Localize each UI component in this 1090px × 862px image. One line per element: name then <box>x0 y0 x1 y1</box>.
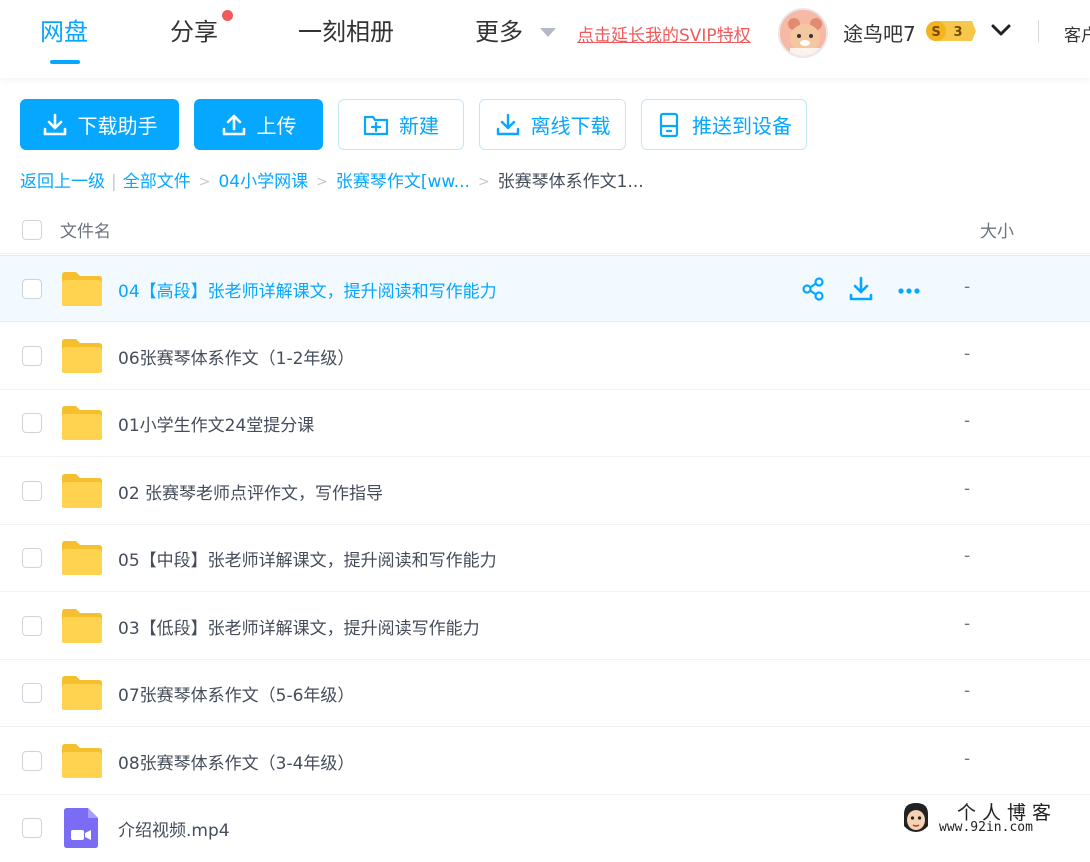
device-icon <box>659 112 679 137</box>
row-checkbox[interactable] <box>22 818 42 838</box>
file-row[interactable]: 07张赛琴体系作文（5-6年级） - <box>0 660 1090 727</box>
cartoon-face-icon <box>904 803 928 832</box>
folder-icon <box>62 474 102 508</box>
row-checkbox[interactable] <box>22 346 42 366</box>
file-row[interactable]: 02 张赛琴老师点评作文，写作指导 - <box>0 458 1090 525</box>
row-checkbox[interactable] <box>22 751 42 771</box>
download-helper-label: 下载助手 <box>77 114 158 138</box>
file-row[interactable]: 05【中段】张老师详解课文，提升阅读和写作能力 - <box>0 525 1090 592</box>
vip-level-number: 3 <box>953 25 962 40</box>
tab-share[interactable]: 分享 <box>170 14 218 50</box>
file-size: - <box>964 681 971 701</box>
row-checkbox[interactable] <box>22 481 42 501</box>
tab-moment-album[interactable]: 一刻相册 <box>298 14 394 50</box>
push-to-device-label: 推送到设备 <box>692 114 792 138</box>
file-size: - <box>964 411 971 431</box>
nav-divider <box>1038 20 1039 42</box>
breadcrumb-back-link[interactable]: 返回上一级 <box>20 170 105 194</box>
chevron-right-icon: > <box>316 174 328 190</box>
client-download-link[interactable]: 客户 <box>1064 21 1090 46</box>
download-icon[interactable] <box>848 276 874 302</box>
file-row[interactable]: 06张赛琴体系作文（1-2年级） - <box>0 323 1090 390</box>
new-folder-button[interactable]: 新建 <box>338 99 464 150</box>
file-name[interactable]: 02 张赛琴老师点评作文，写作指导 <box>118 479 383 504</box>
folder-icon <box>62 272 102 306</box>
folder-icon <box>62 676 102 710</box>
file-name[interactable]: 07张赛琴体系作文（5-6年级） <box>118 681 354 706</box>
file-size: - <box>964 546 971 566</box>
row-checkbox[interactable] <box>22 616 42 636</box>
active-tab-indicator <box>50 60 80 64</box>
file-name[interactable]: 06张赛琴体系作文（1-2年级） <box>118 344 354 369</box>
breadcrumb-item-all-files[interactable]: 全部文件 <box>123 170 191 194</box>
download-icon <box>43 113 66 135</box>
breadcrumb-item-course[interactable]: 04小学网课 <box>218 170 308 194</box>
folder-icon <box>62 541 102 575</box>
new-label: 新建 <box>399 114 439 138</box>
offline-download-label: 离线下载 <box>530 114 611 138</box>
row-checkbox[interactable] <box>22 683 42 703</box>
file-name[interactable]: 08张赛琴体系作文（3-4年级） <box>118 749 354 774</box>
folder-icon <box>62 406 102 440</box>
file-name[interactable]: 05【中段】张老师详解课文，提升阅读和写作能力 <box>118 546 497 571</box>
column-header-name[interactable]: 文件名 <box>60 217 111 242</box>
share-icon[interactable] <box>800 276 826 302</box>
chevron-right-icon: > <box>198 174 211 190</box>
select-all-checkbox[interactable] <box>22 220 42 240</box>
file-size: - <box>964 479 971 499</box>
row-checkbox[interactable] <box>22 279 42 299</box>
file-size: - <box>964 749 971 769</box>
row-checkbox[interactable] <box>22 548 42 568</box>
file-name[interactable]: 03【低段】张老师详解课文，提升阅读写作能力 <box>118 614 480 639</box>
chevron-down-icon[interactable] <box>990 20 1012 40</box>
file-row[interactable]: 04【高段】张老师详解课文，提升阅读和写作能力 - <box>0 255 1090 322</box>
video-file-icon <box>64 808 98 848</box>
file-row[interactable]: 03【低段】张老师详解课文，提升阅读写作能力 - <box>0 593 1090 660</box>
tab-more[interactable]: 更多 <box>475 14 523 50</box>
breadcrumb-item-folder[interactable]: 张赛琴作文[ww... <box>336 170 470 194</box>
file-name[interactable]: 介绍视频.mp4 <box>118 816 230 841</box>
offline-download-icon <box>496 113 519 135</box>
new-folder-icon <box>363 115 389 135</box>
file-size: - <box>964 344 971 364</box>
svip-level-badge-icon[interactable]: S 3 <box>924 19 976 43</box>
upload-label: 上传 <box>256 114 297 138</box>
username[interactable]: 途鸟吧7 <box>843 18 916 47</box>
more-options-icon[interactable] <box>896 276 922 302</box>
upload-button[interactable]: 上传 <box>194 99 323 150</box>
breadcrumb: 返回上一级 | 全部文件 > 04小学网课 > 张赛琴作文[ww... > 张赛… <box>20 170 644 194</box>
file-list-header: 文件名 大小 <box>0 206 1090 254</box>
file-row[interactable]: 01小学生作文24堂提分课 - <box>0 390 1090 457</box>
breadcrumb-divider: | <box>111 172 117 192</box>
breadcrumb-current: 张赛琴体系作文1... <box>497 172 644 192</box>
share-notification-dot <box>222 10 233 21</box>
column-header-size[interactable]: 大小 <box>980 217 1014 242</box>
upload-icon <box>222 114 245 135</box>
watermark-url: www.92in.com <box>939 820 1033 835</box>
row-checkbox[interactable] <box>22 413 42 433</box>
blog-watermark: 个人博客 www.92in.com <box>895 796 1090 840</box>
offline-download-button[interactable]: 离线下载 <box>479 99 626 150</box>
folder-icon <box>62 744 102 778</box>
chevron-right-icon: > <box>477 174 490 190</box>
row-actions <box>800 276 922 302</box>
file-size: - <box>964 277 971 297</box>
svip-extend-link[interactable]: 点击延长我的SVIP特权 <box>577 21 751 46</box>
folder-icon <box>62 609 102 643</box>
avatar-cartoon-icon <box>780 10 826 56</box>
caret-down-icon[interactable] <box>540 28 556 37</box>
push-to-device-button[interactable]: 推送到设备 <box>641 99 807 150</box>
file-name[interactable]: 01小学生作文24堂提分课 <box>118 411 314 436</box>
file-row[interactable]: 08张赛琴体系作文（3-4年级） - <box>0 728 1090 795</box>
avatar[interactable] <box>778 8 828 58</box>
vip-badge-letter: S <box>931 25 940 40</box>
folder-icon <box>62 339 102 373</box>
download-helper-button[interactable]: 下载助手 <box>20 99 179 150</box>
top-navigation: 网盘 分享 一刻相册 更多 点击延长我的SVIP特权 途鸟吧7 S 3 客户 <box>0 0 1090 78</box>
tab-netdisk[interactable]: 网盘 <box>40 14 88 50</box>
file-size: - <box>964 614 971 634</box>
file-name[interactable]: 04【高段】张老师详解课文，提升阅读和写作能力 <box>118 277 497 302</box>
